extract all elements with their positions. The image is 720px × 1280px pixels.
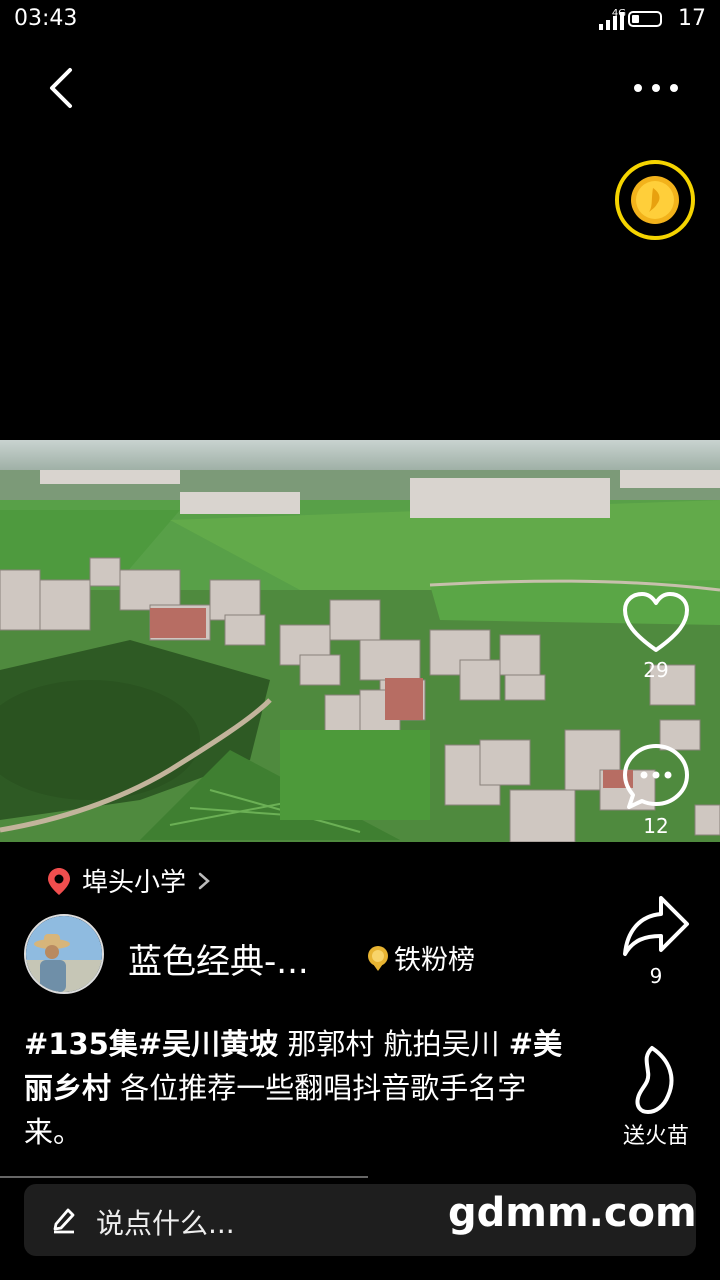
comment-icon xyxy=(623,744,689,809)
medal-icon xyxy=(368,945,388,971)
status-time: 03:43 xyxy=(14,6,78,31)
location-pin-icon xyxy=(48,867,70,895)
flame-icon xyxy=(635,1046,674,1114)
heart-icon xyxy=(623,592,689,652)
send-flame-action[interactable]: 送火苗 xyxy=(600,1044,712,1150)
more-dots-icon xyxy=(634,84,678,92)
signal-icon xyxy=(599,12,624,30)
fans-rank-label: 铁粉榜 xyxy=(394,945,475,976)
status-bar: 03:43 4G 17 xyxy=(0,0,720,40)
caption-text: 那郭村 航拍吴川 xyxy=(278,1027,509,1061)
location-label: 埠头小学 xyxy=(82,868,187,898)
back-button[interactable] xyxy=(40,62,90,114)
comment-placeholder: 说点什么... xyxy=(96,1207,235,1240)
avatar-image xyxy=(26,916,102,992)
location-tag[interactable]: 埠头小学 xyxy=(46,862,212,899)
gold-coin-icon xyxy=(631,176,679,224)
send-flame-label: 送火苗 xyxy=(622,1124,689,1149)
comment-action[interactable]: 12 xyxy=(600,742,712,838)
author-name[interactable]: 蓝色经典-... xyxy=(128,934,309,983)
like-count: 29 xyxy=(643,658,669,682)
more-button[interactable] xyxy=(626,70,686,106)
watermark-text: gdmm.com xyxy=(448,1190,697,1236)
battery-level: 17 xyxy=(678,6,706,31)
battery-icon xyxy=(628,11,662,27)
coin-reward-button[interactable] xyxy=(615,160,695,240)
fans-rank-button[interactable]: 铁粉榜 xyxy=(366,938,475,977)
chevron-right-icon xyxy=(198,872,210,889)
author-avatar[interactable] xyxy=(24,914,104,994)
back-chevron-icon xyxy=(50,68,72,108)
like-action[interactable]: 29 xyxy=(600,590,712,682)
caption-hashtag[interactable]: #135集#吴川黄坡 xyxy=(24,1027,278,1061)
video-caption: #135集#吴川黄坡 那郭村 航拍吴川 #美丽乡村 各位推荐一些翻唱抖音歌手名字… xyxy=(24,1022,564,1154)
comment-count: 12 xyxy=(643,814,669,838)
progress-divider xyxy=(0,1176,368,1178)
pen-icon xyxy=(53,1208,75,1234)
share-action[interactable]: 9 xyxy=(600,892,712,988)
share-count: 9 xyxy=(649,964,663,988)
share-arrow-icon xyxy=(623,896,689,956)
